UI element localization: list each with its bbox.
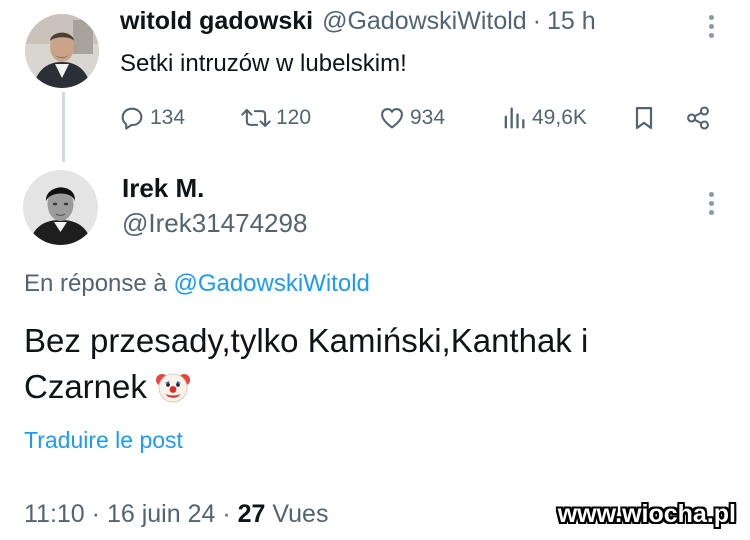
separator-dot: · [532, 7, 542, 35]
bookmark-button[interactable] [630, 98, 662, 138]
reply-date[interactable]: 16 juin 24 [107, 500, 215, 528]
replying-to-label: En réponse à [24, 270, 167, 297]
replying-to-handle-link[interactable]: @GadowskiWitold [173, 270, 369, 297]
views-count: 49,6K [532, 106, 587, 129]
views-label: Vues [272, 500, 329, 528]
reply-count: 134 [150, 106, 186, 129]
translate-post-link[interactable]: Traduire le post [24, 427, 183, 454]
repost-button[interactable]: 120 [240, 98, 311, 138]
parent-more-options-button[interactable] [707, 15, 715, 38]
separator-dot: · [91, 500, 100, 528]
like-icon [381, 107, 403, 129]
like-button[interactable]: 934 [378, 98, 445, 138]
reply-button[interactable]: 134 [118, 98, 185, 138]
reply-more-options-button[interactable] [707, 192, 715, 215]
like-count: 934 [410, 106, 446, 129]
parent-author-handle[interactable]: @GadowskiWitold [322, 7, 527, 36]
reply-tweet-text: Bez przesady,tylko Kamiński,Kanthak i Cz… [24, 318, 724, 410]
site-watermark: www.wiocha.pl [557, 500, 736, 528]
views-icon [504, 107, 525, 129]
parent-tweet-text: Setki intruzów w lubelskim! [120, 50, 407, 77]
repost-count: 120 [276, 106, 312, 129]
views-button[interactable]: 49,6K [500, 98, 587, 138]
views-count-number: 27 [237, 500, 266, 528]
parent-tweet-header: witold gadowski @GadowskiWitold · 15 h [120, 7, 596, 43]
reply-author-handle[interactable]: @Irek31474298 [122, 208, 307, 239]
bookmark-icon [635, 106, 653, 130]
reply-author-avatar[interactable] [23, 170, 98, 245]
repost-icon [241, 108, 271, 128]
parent-author-avatar[interactable] [25, 14, 99, 88]
thread-connector-line [62, 92, 65, 162]
more-icon [708, 15, 714, 20]
reply-icon [121, 107, 143, 130]
clown-face-emoji [155, 373, 190, 403]
replying-to-line: En réponse à @GadowskiWitold [24, 270, 370, 298]
parent-author-name[interactable]: witold gadowski [120, 7, 313, 36]
reply-author-name[interactable]: Irek M. [122, 173, 204, 204]
reply-time[interactable]: 11:10 [24, 500, 85, 528]
separator-dot: · [222, 500, 231, 528]
parent-tweet-time[interactable]: 15 h [547, 7, 596, 36]
share-button[interactable] [684, 98, 716, 138]
more-icon [708, 192, 714, 197]
reply-text-line-1: Bez przesady,tylko Kamiński,Kanthak i [24, 322, 589, 359]
parent-tweet-actions: 134 120 934 49,6K [118, 98, 718, 138]
share-icon [687, 106, 709, 130]
reply-text-line-2: Czarnek [24, 368, 147, 405]
reply-tweet-meta: 11:10 · 16 juin 24 · 27 Vues [24, 500, 328, 529]
